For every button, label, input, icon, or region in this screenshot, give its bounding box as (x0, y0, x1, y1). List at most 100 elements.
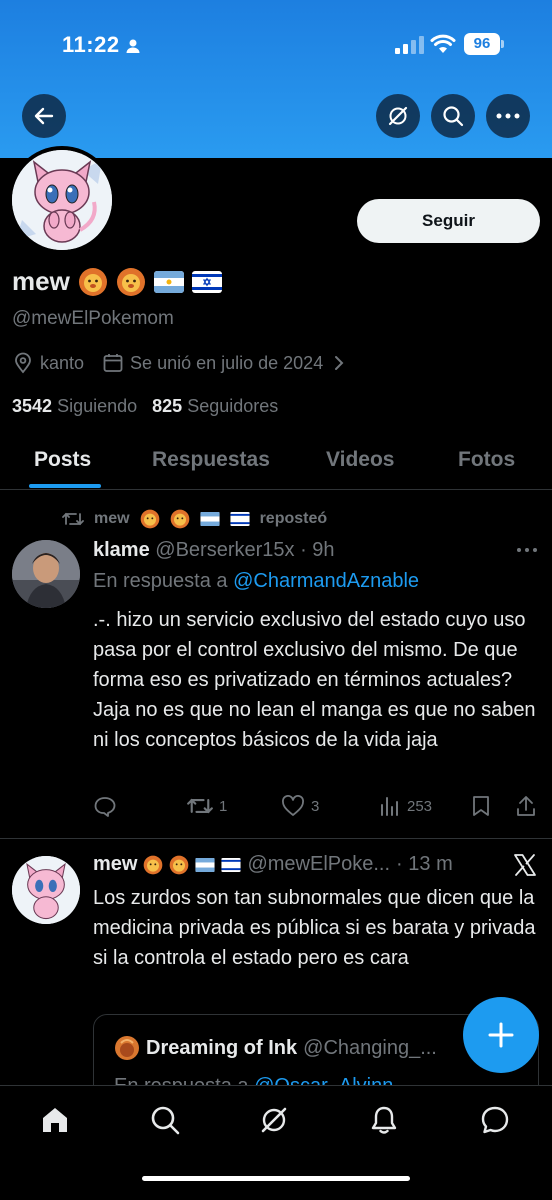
tweet-time: · 13 m (396, 853, 453, 875)
tweet-author-handle[interactable]: @Berserker15x (155, 539, 294, 561)
lion-emoji-icon (78, 267, 107, 296)
wifi-icon (430, 34, 456, 53)
argentina-flag-icon (153, 270, 184, 293)
reply-prefix: En respuesta a (93, 570, 228, 592)
retweet-button[interactable]: 1 (187, 795, 227, 817)
quoted-author-handle: @Changing_... (303, 1036, 437, 1059)
reply-handle-link[interactable]: @CharmandAznable (233, 570, 419, 592)
compose-button[interactable] (463, 997, 539, 1073)
bookmark-button[interactable] (471, 795, 491, 817)
active-tab-indicator (29, 484, 101, 488)
search-button[interactable] (431, 94, 475, 138)
like-button[interactable]: 3 (281, 795, 319, 817)
like-count: 3 (311, 797, 320, 815)
reply-icon (94, 797, 116, 817)
profile-avatar[interactable] (8, 146, 116, 254)
x-logo-icon (514, 854, 536, 876)
profile-banner (0, 0, 552, 158)
person-icon (126, 39, 140, 53)
israel-flag-icon (191, 270, 222, 293)
like-icon (282, 795, 304, 816)
tweet-text: .-. hizo un servicio exclusivo del estad… (93, 609, 536, 751)
more-icon (496, 113, 520, 119)
battery-indicator: 96 (464, 33, 504, 55)
quoted-avatar (115, 1036, 139, 1060)
tweet-author-name[interactable]: klame (93, 539, 150, 561)
lion-emoji-icon (116, 267, 145, 296)
profile-meta: kanto Se unió en julio de 2024 (12, 352, 349, 374)
more-icon[interactable] (515, 540, 539, 560)
repost-indicator: mew reposteó (62, 509, 327, 529)
location-icon (15, 352, 31, 374)
quoted-tweet-header: Dreaming of Ink @Changing_... (114, 1035, 437, 1061)
views-button[interactable]: 253 (379, 795, 432, 817)
lion-emoji-icon (170, 855, 189, 874)
profile-name: mew (12, 266, 70, 296)
retweet-icon (187, 798, 213, 814)
israel-flag-icon (221, 857, 242, 872)
lion-emoji-icon (144, 855, 163, 874)
tweet-header: mew @mewElPoke... · 13 m (93, 853, 453, 876)
argentina-flag-icon (195, 857, 216, 872)
follow-button[interactable]: Seguir (357, 199, 540, 243)
more-options-button[interactable] (486, 94, 530, 138)
grok-icon (388, 106, 408, 126)
calendar-icon (103, 354, 123, 372)
tweet-actions: 1 3 253 (93, 795, 543, 823)
tweet-avatar[interactable] (12, 540, 80, 608)
lion-emoji-icon (170, 509, 189, 529)
tab-respuestas[interactable]: Respuestas (152, 448, 270, 472)
following-link[interactable]: 3542 Siguiendo (12, 396, 137, 416)
profile-name-row: mew (12, 266, 222, 297)
views-icon (381, 797, 398, 816)
tweet-header: klame @Berserker15x · 9h (93, 539, 335, 562)
views-count: 253 (407, 797, 433, 815)
back-button[interactable] (22, 94, 66, 138)
profile-joined: Se unió en julio de 2024 (130, 352, 324, 373)
followers-link[interactable]: 825 Seguidores (152, 396, 278, 416)
tweet-text: Los zurdos son tan subnormales que dicen… (93, 887, 536, 969)
grok-button[interactable] (376, 94, 420, 138)
repost-user[interactable]: mew (94, 510, 130, 528)
battery-level: 96 (464, 33, 500, 55)
tab-fotos[interactable]: Fotos (458, 448, 515, 472)
repost-action: reposteó (259, 510, 328, 527)
status-time: 11:22 (62, 32, 120, 57)
tab-posts[interactable]: Posts (34, 448, 91, 472)
profile-tabs: Posts Respuestas Videos Fotos (0, 440, 552, 490)
follow-counts: 3542 Siguiendo 825 Seguidores (12, 396, 278, 417)
argentina-flag-icon (200, 512, 220, 526)
tab-videos[interactable]: Videos (326, 448, 394, 472)
signal-icon (395, 36, 424, 54)
tweet-author-name[interactable]: mew (93, 853, 137, 876)
profile-handle: @mewElPokemom (12, 308, 174, 329)
israel-flag-icon (230, 512, 250, 526)
bottom-navigation (0, 1085, 552, 1200)
plus-icon (488, 1022, 514, 1048)
grok-icon[interactable] (258, 1104, 290, 1136)
reply-button[interactable] (93, 795, 117, 819)
home-icon[interactable] (39, 1104, 71, 1136)
messages-icon[interactable] (479, 1104, 511, 1136)
mew-avatar-image (12, 150, 112, 250)
tweet-author-handle[interactable]: @mewElPoke... (247, 853, 390, 876)
tweet-avatar[interactable] (12, 856, 80, 924)
chevron-right-icon[interactable] (329, 353, 349, 373)
home-indicator (142, 1176, 410, 1181)
quoted-author-name: Dreaming of Ink (146, 1036, 298, 1059)
status-bar: 11:22 96 (0, 30, 552, 62)
profile-location: kanto (40, 352, 85, 373)
back-arrow-icon (34, 107, 54, 125)
notifications-icon[interactable] (368, 1104, 400, 1136)
search-icon[interactable] (149, 1104, 181, 1136)
lion-emoji-icon (140, 509, 159, 529)
retweet-count: 1 (219, 797, 228, 815)
user-photo-avatar (12, 540, 80, 608)
search-icon (443, 106, 464, 127)
share-icon (517, 796, 535, 816)
retweet-icon (62, 512, 84, 526)
bookmark-icon (473, 796, 489, 816)
share-button[interactable] (515, 795, 537, 817)
reply-context: En respuesta a @CharmandAznable (93, 570, 419, 593)
tweet-time: · 9h (300, 539, 335, 561)
